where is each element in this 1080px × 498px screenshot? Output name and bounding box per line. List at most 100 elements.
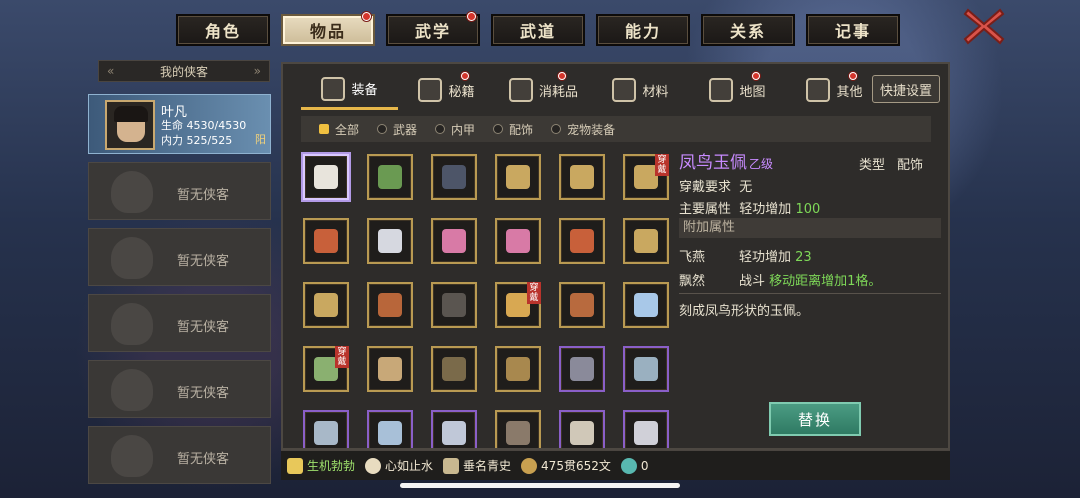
close-button[interactable] (962, 6, 1006, 46)
filter-weapon[interactable]: 武器 (377, 121, 417, 138)
inventory-slot[interactable] (495, 154, 541, 200)
tab-relations[interactable]: 关系 (701, 14, 795, 46)
inventory-slot[interactable] (559, 218, 605, 264)
inventory-slot[interactable] (623, 410, 669, 448)
subtab-label: 材料 (642, 84, 669, 100)
subtab-other[interactable]: 其他 (786, 70, 883, 110)
inventory-slot[interactable] (367, 410, 413, 448)
main-attr-text: 轻功增加 (739, 202, 792, 217)
close-icon (963, 8, 1005, 45)
filter-bar: 全部 武器 内甲 配饰 宠物装备 (301, 116, 931, 142)
inventory-slot[interactable] (431, 346, 477, 392)
subtab-label: 秘籍 (448, 84, 475, 100)
inventory-slot[interactable] (431, 410, 477, 448)
extra-attr-desc: 轻功增加 23 (739, 246, 812, 265)
tab-label: 物品 (309, 22, 346, 41)
gem-icon (620, 457, 637, 474)
replace-button[interactable]: 替换 (769, 402, 861, 436)
inventory-slot[interactable] (559, 410, 605, 448)
tab-martial-way[interactable]: 武道 (491, 14, 585, 46)
inventory-slot[interactable] (431, 218, 477, 264)
inventory-slot[interactable] (559, 282, 605, 328)
extra-attr-name: 飞燕 (679, 250, 706, 265)
helmet-icon (321, 76, 346, 101)
home-indicator[interactable] (400, 483, 680, 488)
worn-badge: 穿戴 (655, 154, 669, 176)
item-icon (570, 421, 594, 445)
buff-calm[interactable]: 心如止水 (365, 457, 433, 474)
item-category-tabs: 装备 秘籍 消耗品 材料 地图 其他 (301, 70, 883, 110)
inventory-slot[interactable]: 穿戴 (495, 282, 541, 328)
empty-hero-slot[interactable]: 暂无侠客 (88, 162, 271, 220)
inventory-slot[interactable]: 穿戴 (623, 154, 669, 200)
tab-martial-arts[interactable]: 武学 (386, 12, 480, 46)
potion-icon (508, 78, 533, 102)
item-icon (314, 165, 338, 189)
subtab-maps[interactable]: 地图 (689, 70, 786, 110)
misc-icon (806, 78, 831, 102)
inventory-slot[interactable] (559, 154, 605, 200)
money-display: 475贯652文 (521, 457, 611, 474)
notification-dot (849, 72, 857, 80)
filter-pet-gear[interactable]: 宠物装备 (551, 121, 615, 138)
avatar (105, 100, 155, 150)
empty-hero-slot[interactable]: 暂无侠客 (88, 228, 271, 286)
tab-character[interactable]: 角色 (176, 14, 270, 46)
filter-armor[interactable]: 内甲 (435, 121, 475, 138)
item-grade: 乙级 (749, 157, 774, 171)
item-icon (442, 293, 466, 317)
inventory-slot[interactable] (303, 218, 349, 264)
buff-fame[interactable]: 垂名青史 (443, 457, 511, 474)
inventory-slot[interactable] (623, 218, 669, 264)
inventory-slot[interactable] (431, 282, 477, 328)
require-label: 穿戴要求 (679, 180, 732, 195)
notification-dot (461, 72, 469, 80)
hero-card[interactable]: 叶凡 生命 4530/4530 内力 525/525 阳 (88, 94, 271, 154)
item-icon (378, 421, 402, 445)
inventory-slot[interactable] (495, 346, 541, 392)
extra-attr-text: 战斗 (739, 274, 766, 289)
subtab-equipment[interactable]: 装备 (301, 70, 398, 110)
inventory-slot[interactable] (495, 218, 541, 264)
item-icon (570, 357, 594, 381)
inventory-slot[interactable] (303, 282, 349, 328)
extra-attr-value: 23 (795, 250, 812, 265)
inventory-slot[interactable] (367, 346, 413, 392)
top-tab-bar: 角色 物品 武学 武道 能力 关系 记事 (176, 12, 900, 46)
empty-hero-slot[interactable]: 暂无侠客 (88, 426, 271, 484)
item-icon (442, 229, 466, 253)
buff-vitality[interactable]: 生机勃勃 (287, 457, 355, 474)
radio-indicator (377, 124, 388, 134)
item-icon (634, 357, 658, 381)
subtab-materials[interactable]: 材料 (592, 70, 689, 110)
inventory-slot[interactable] (623, 282, 669, 328)
filter-all[interactable]: 全部 (319, 121, 359, 138)
inventory-slot[interactable] (367, 218, 413, 264)
tab-items[interactable]: 物品 (281, 12, 375, 46)
inventory-slot[interactable] (367, 282, 413, 328)
hero-hp: 生命 4530/4530 (161, 119, 247, 132)
gem-value: 0 (640, 458, 649, 473)
tab-abilities[interactable]: 能力 (596, 14, 690, 46)
inventory-slot[interactable]: 穿戴 (303, 346, 349, 392)
filter-label: 配饰 (509, 122, 534, 137)
subtab-label: 其他 (836, 84, 863, 100)
inventory-slot[interactable] (495, 410, 541, 448)
empty-hero-slot[interactable]: 暂无侠客 (88, 294, 271, 352)
map-icon (709, 78, 734, 102)
filter-accessory[interactable]: 配饰 (493, 121, 533, 138)
quick-settings-button[interactable]: 快捷设置 (872, 75, 940, 103)
subtab-label: 装备 (351, 83, 378, 98)
inventory-slot[interactable] (623, 346, 669, 392)
subtab-manuals[interactable]: 秘籍 (398, 70, 495, 110)
radio-indicator (435, 124, 446, 134)
inventory-slot[interactable] (431, 154, 477, 200)
inventory-slot[interactable] (559, 346, 605, 392)
inventory-slot[interactable] (303, 410, 349, 448)
empty-hero-slot[interactable]: 暂无侠客 (88, 360, 271, 418)
inventory-slot[interactable] (367, 154, 413, 200)
require-row: 穿戴要求 无 (679, 176, 752, 195)
inventory-slot[interactable] (303, 154, 349, 200)
tab-journal[interactable]: 记事 (806, 14, 900, 46)
subtab-consumables[interactable]: 消耗品 (495, 70, 592, 110)
